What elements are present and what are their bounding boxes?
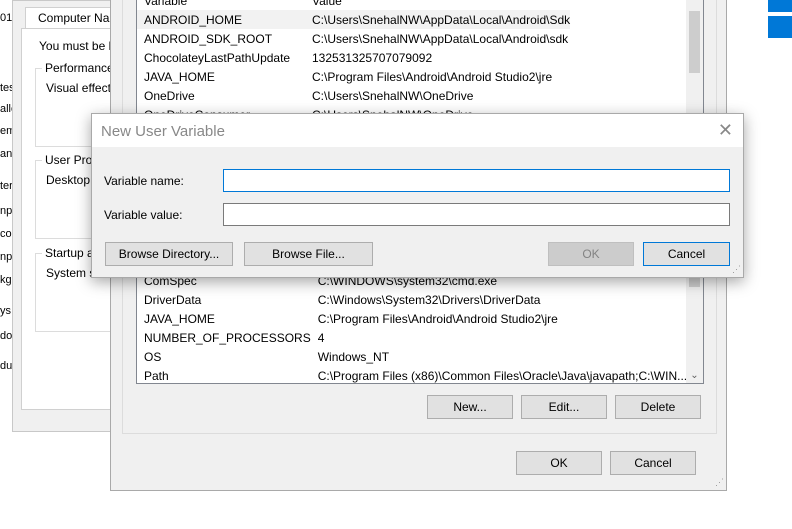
scrollbar-thumb[interactable] — [689, 277, 700, 287]
system-variables-list[interactable]: ComSpec C:\WINDOWS\system32\cmd.exe Driv… — [136, 268, 704, 384]
column-header-value[interactable]: Value — [305, 0, 570, 10]
list-item[interactable]: Path C:\Program Files (x86)\Common Files… — [137, 366, 687, 383]
variable-value-label: Variable value: — [104, 208, 183, 222]
list-header-row: Variable Value — [137, 0, 570, 10]
variable-name-label: Variable name: — [104, 174, 184, 188]
list-item[interactable]: ANDROID_HOME C:\Users\SnehalNW\AppData\L… — [137, 10, 571, 29]
resize-grip-icon[interactable]: ⋰ — [715, 477, 724, 488]
list-item[interactable]: JAVA_HOME C:\Program Files\Android\Andro… — [137, 309, 687, 328]
close-icon[interactable]: ✕ — [718, 120, 733, 141]
dialog-cancel-button[interactable]: Cancel — [643, 242, 730, 266]
dialog-title: New User Variable — [101, 123, 225, 140]
variable-name-input[interactable] — [223, 169, 730, 192]
cancel-button[interactable]: Cancel — [610, 451, 696, 475]
edit-system-variable-button[interactable]: Edit... — [521, 395, 607, 419]
scroll-down-icon[interactable]: ⌄ — [686, 370, 703, 381]
column-header-variable[interactable]: Variable — [137, 0, 305, 10]
resize-grip-icon[interactable]: ⋰ — [732, 264, 741, 275]
list-item[interactable]: ChocolateyLastPathUpdate 132531325707079… — [137, 48, 570, 67]
ok-button[interactable]: OK — [516, 451, 602, 475]
dialog-titlebar[interactable]: New User Variable ✕ — [92, 114, 743, 147]
new-system-variable-button[interactable]: New... — [427, 395, 513, 419]
list-item[interactable]: OneDrive C:\Users\SnehalNW\OneDrive — [137, 86, 570, 105]
list-item[interactable]: ANDROID_SDK_ROOT C:\Users\SnehalNW\AppDa… — [137, 29, 570, 48]
list-item[interactable]: DriverData C:\Windows\System32\Drivers\D… — [137, 290, 687, 309]
list-item[interactable]: NUMBER_OF_PROCESSORS 4 — [137, 328, 687, 347]
browse-file-button[interactable]: Browse File... — [244, 242, 373, 266]
delete-system-variable-button[interactable]: Delete — [615, 395, 701, 419]
variable-value-input[interactable] — [223, 203, 730, 226]
dialog-ok-button[interactable]: OK — [548, 242, 634, 266]
scrollbar-thumb[interactable] — [689, 11, 700, 73]
browse-directory-button[interactable]: Browse Directory... — [105, 242, 233, 266]
new-user-variable-dialog: New User Variable ✕ Variable name: Varia… — [91, 113, 744, 278]
group-legend: Performance — [42, 61, 117, 75]
system-vars-scrollbar[interactable]: ⌄ — [686, 269, 703, 383]
list-item[interactable]: JAVA_HOME C:\Program Files\Android\Andro… — [137, 67, 570, 86]
list-item[interactable]: OS Windows_NT — [137, 347, 687, 366]
